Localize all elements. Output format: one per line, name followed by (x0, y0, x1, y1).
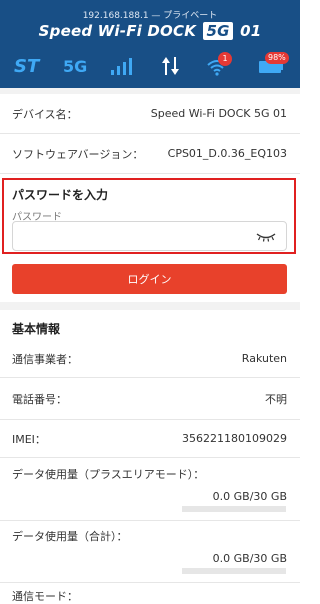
title-prefix: Speed Wi-Fi DOCK (38, 22, 197, 40)
carrier-row: 通信事業者： Rakuten (0, 340, 300, 378)
network-type: 5G (63, 57, 88, 76)
imei-value: 356221180109029 (182, 432, 287, 445)
address-bar[interactable]: 192.168.188.1 — プライベート (0, 8, 300, 21)
usage-plus-area-bar (182, 506, 286, 512)
usage-plus-area-value: 0.0 GB/30 GB (212, 490, 287, 503)
carrier-value: Rakuten (241, 352, 287, 365)
wifi-count-badge: 1 (218, 52, 232, 66)
basic-info-title: 基本情報 (12, 322, 61, 336)
app-header: 192.168.188.1 — プライベート Speed Wi-Fi DOCK … (0, 0, 300, 88)
comm-mode-label: 通信モード： (12, 590, 78, 603)
updown-arrows-icon (162, 57, 179, 75)
title-suffix: 01 (240, 22, 262, 40)
section-divider (0, 302, 300, 310)
software-version-row: ソフトウェアバージョン： CPS01_D.0.36_EQ103 (0, 134, 300, 174)
usage-total-bar (182, 568, 286, 574)
device-name-row: デバイス名： Speed Wi-Fi DOCK 5G 01 (0, 94, 300, 134)
data-usage-total: データ使用量（合計）： 0.0 GB/30 GB (0, 520, 300, 583)
carrier-label: 通信事業者： (12, 352, 78, 366)
device-name-value: Speed Wi-Fi DOCK 5G 01 (150, 107, 287, 120)
url-text: 192.168.188.1 (82, 11, 149, 21)
usage-total-label: データ使用量（合計）： (12, 530, 128, 543)
phone-number-label: 電話番号： (12, 392, 67, 406)
title-5g-badge: 5G (203, 22, 233, 40)
login-button[interactable]: ログイン (12, 264, 287, 294)
software-version-label: ソフトウェアバージョン： (12, 147, 144, 161)
software-version-value: CPS01_D.0.36_EQ103 (167, 147, 287, 160)
privacy-text: — プライベート (151, 11, 218, 21)
password-section-title: パスワードを入力 (12, 188, 109, 202)
page-title: Speed Wi-Fi DOCK 5G 01 (0, 22, 300, 40)
usage-total-value: 0.0 GB/30 GB (212, 552, 287, 565)
phone-number-value: 不明 (265, 392, 287, 406)
show-password-icon[interactable] (256, 232, 276, 242)
battery-level-badge: 98% (265, 52, 289, 64)
st-indicator: ST (14, 56, 40, 77)
status-bar: ST 5G 1 98% (0, 52, 300, 84)
phone-number-row: 電話番号： 不明 (0, 378, 300, 420)
password-input[interactable] (12, 221, 287, 251)
signal-icon (111, 58, 132, 75)
usage-plus-area-label: データ使用量（プラスエリアモード）： (12, 468, 205, 481)
data-usage-plus-area: データ使用量（プラスエリアモード）： 0.0 GB/30 GB (0, 458, 300, 521)
imei-label: IMEI： (12, 432, 46, 446)
device-name-label: デバイス名： (12, 107, 78, 121)
imei-row: IMEI： 356221180109029 (0, 420, 300, 458)
